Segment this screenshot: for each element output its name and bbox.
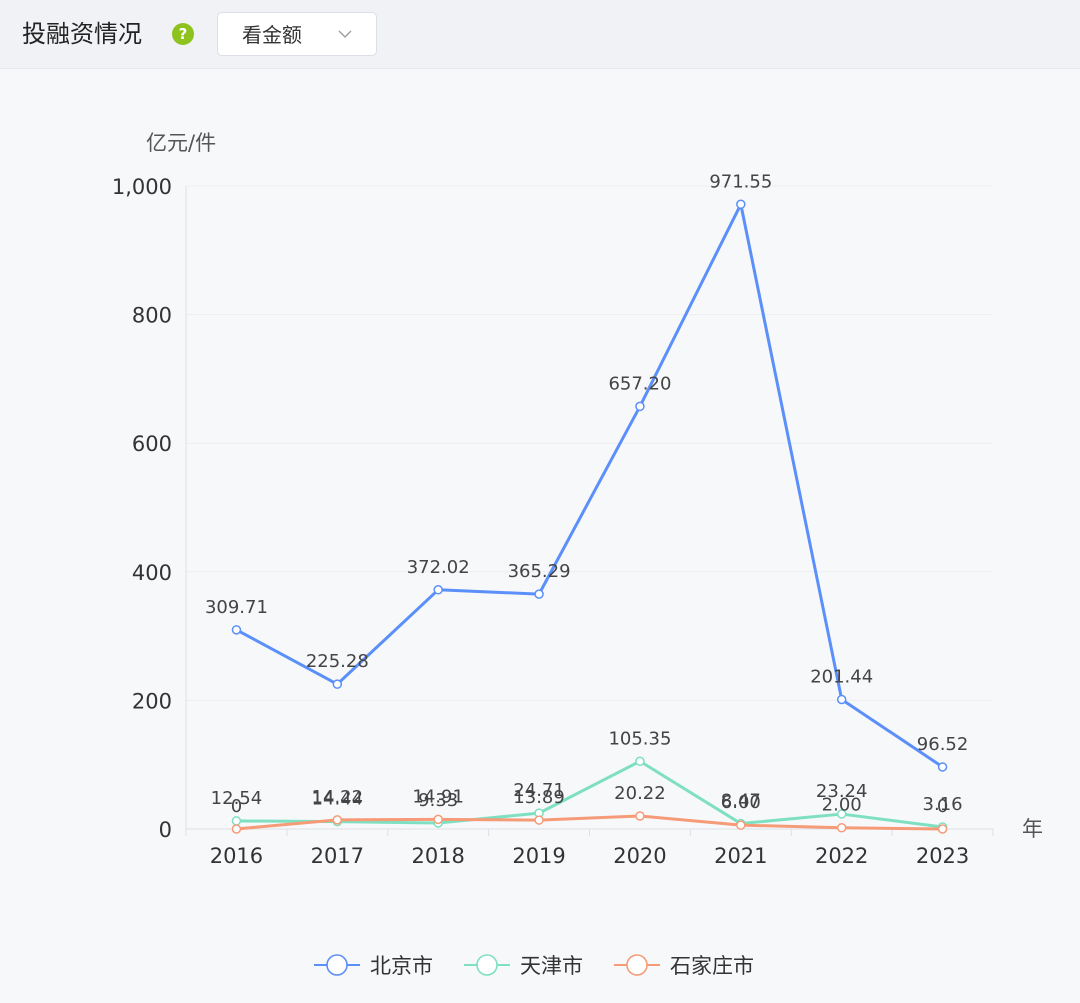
y-tick-label: 1,000 [112,175,172,199]
data-label: 14.22 [312,787,364,808]
data-label: 657.20 [608,373,671,394]
legend-marker [626,954,648,976]
question-circle-icon[interactable]: ? [172,23,194,45]
data-point [332,815,343,825]
data-label: 13.89 [513,787,565,808]
data-label: 20.22 [614,783,666,804]
legend-label: 北京市 [370,954,433,978]
legend-marker [476,954,498,976]
data-label: 0 [937,796,948,817]
data-label: 2.00 [822,795,862,816]
data-label: 0 [231,796,242,817]
data-point [937,824,948,834]
data-point [534,589,544,599]
x-tick-label: 2020 [613,844,666,868]
y-axis-label: 亿元/件 [146,131,216,155]
legend-marker [326,954,348,976]
y-tick-label: 600 [132,432,172,456]
data-point [231,625,242,635]
data-labels: 309.71 225.28 372.02 365.29 657.20 971.55 201.… [205,171,968,817]
data-point [836,822,847,833]
data-point [635,756,645,767]
data-label: 105.35 [608,728,671,749]
y-tick-label: 400 [132,561,172,585]
data-point [433,814,443,825]
y-tick-label: 800 [132,304,172,328]
x-tick-label: 2016 [210,844,263,868]
legend-label: 石家庄市 [670,954,754,978]
data-label: 372.02 [407,557,470,578]
x-tick-label: 2018 [411,844,464,868]
x-axis-label: 年 [1022,817,1043,841]
chevron-down-icon [338,30,352,38]
legend: 北京市 天津市 石家庄市 [314,954,754,978]
data-label: 201.44 [810,666,873,687]
x-tick-label: 2019 [512,844,565,868]
data-point [635,811,645,821]
legend-label: 天津市 [520,954,583,978]
data-label: 14.91 [412,786,464,807]
data-label: 971.55 [709,171,772,192]
data-point [937,762,948,772]
header-bar: 投融资情况 ? 看金额 [0,0,1080,69]
x-tick-label: 2022 [815,844,868,868]
data-point [534,815,544,825]
data-label: 365.29 [508,561,571,582]
data-label: 96.52 [917,734,969,755]
data-point [231,824,242,834]
data-point [836,694,847,705]
data-label: 225.28 [306,651,369,672]
data-point [736,199,746,210]
line-chart: 0 200 400 600 800 1,000 2016 2017 2018 2019 2020 20… [112,131,1043,978]
x-tick-label: 2017 [311,844,364,868]
page-title: 投融资情况 [22,20,142,48]
data-point [736,820,746,830]
data-point [433,585,443,595]
data-label: 309.71 [205,597,268,618]
metric-select-value: 看金额 [242,23,302,47]
data-point [231,816,242,826]
series-lines [231,199,948,834]
metric-select[interactable]: 看金额 [217,12,377,56]
data-label: 6.00 [721,792,761,813]
axes: 0 200 400 600 800 1,000 2016 2017 2018 2019 2020 20… [112,131,1043,868]
data-point [635,401,645,412]
x-tick-label: 2021 [714,844,767,868]
y-tick-label: 200 [132,689,172,713]
x-tick-label: 2023 [916,844,969,868]
chart-container: 0 200 400 600 800 1,000 2016 2017 2018 2019 2020 20… [0,69,1080,999]
y-tick-label: 0 [159,818,172,842]
grid-lines [186,185,993,701]
data-point [332,679,343,689]
